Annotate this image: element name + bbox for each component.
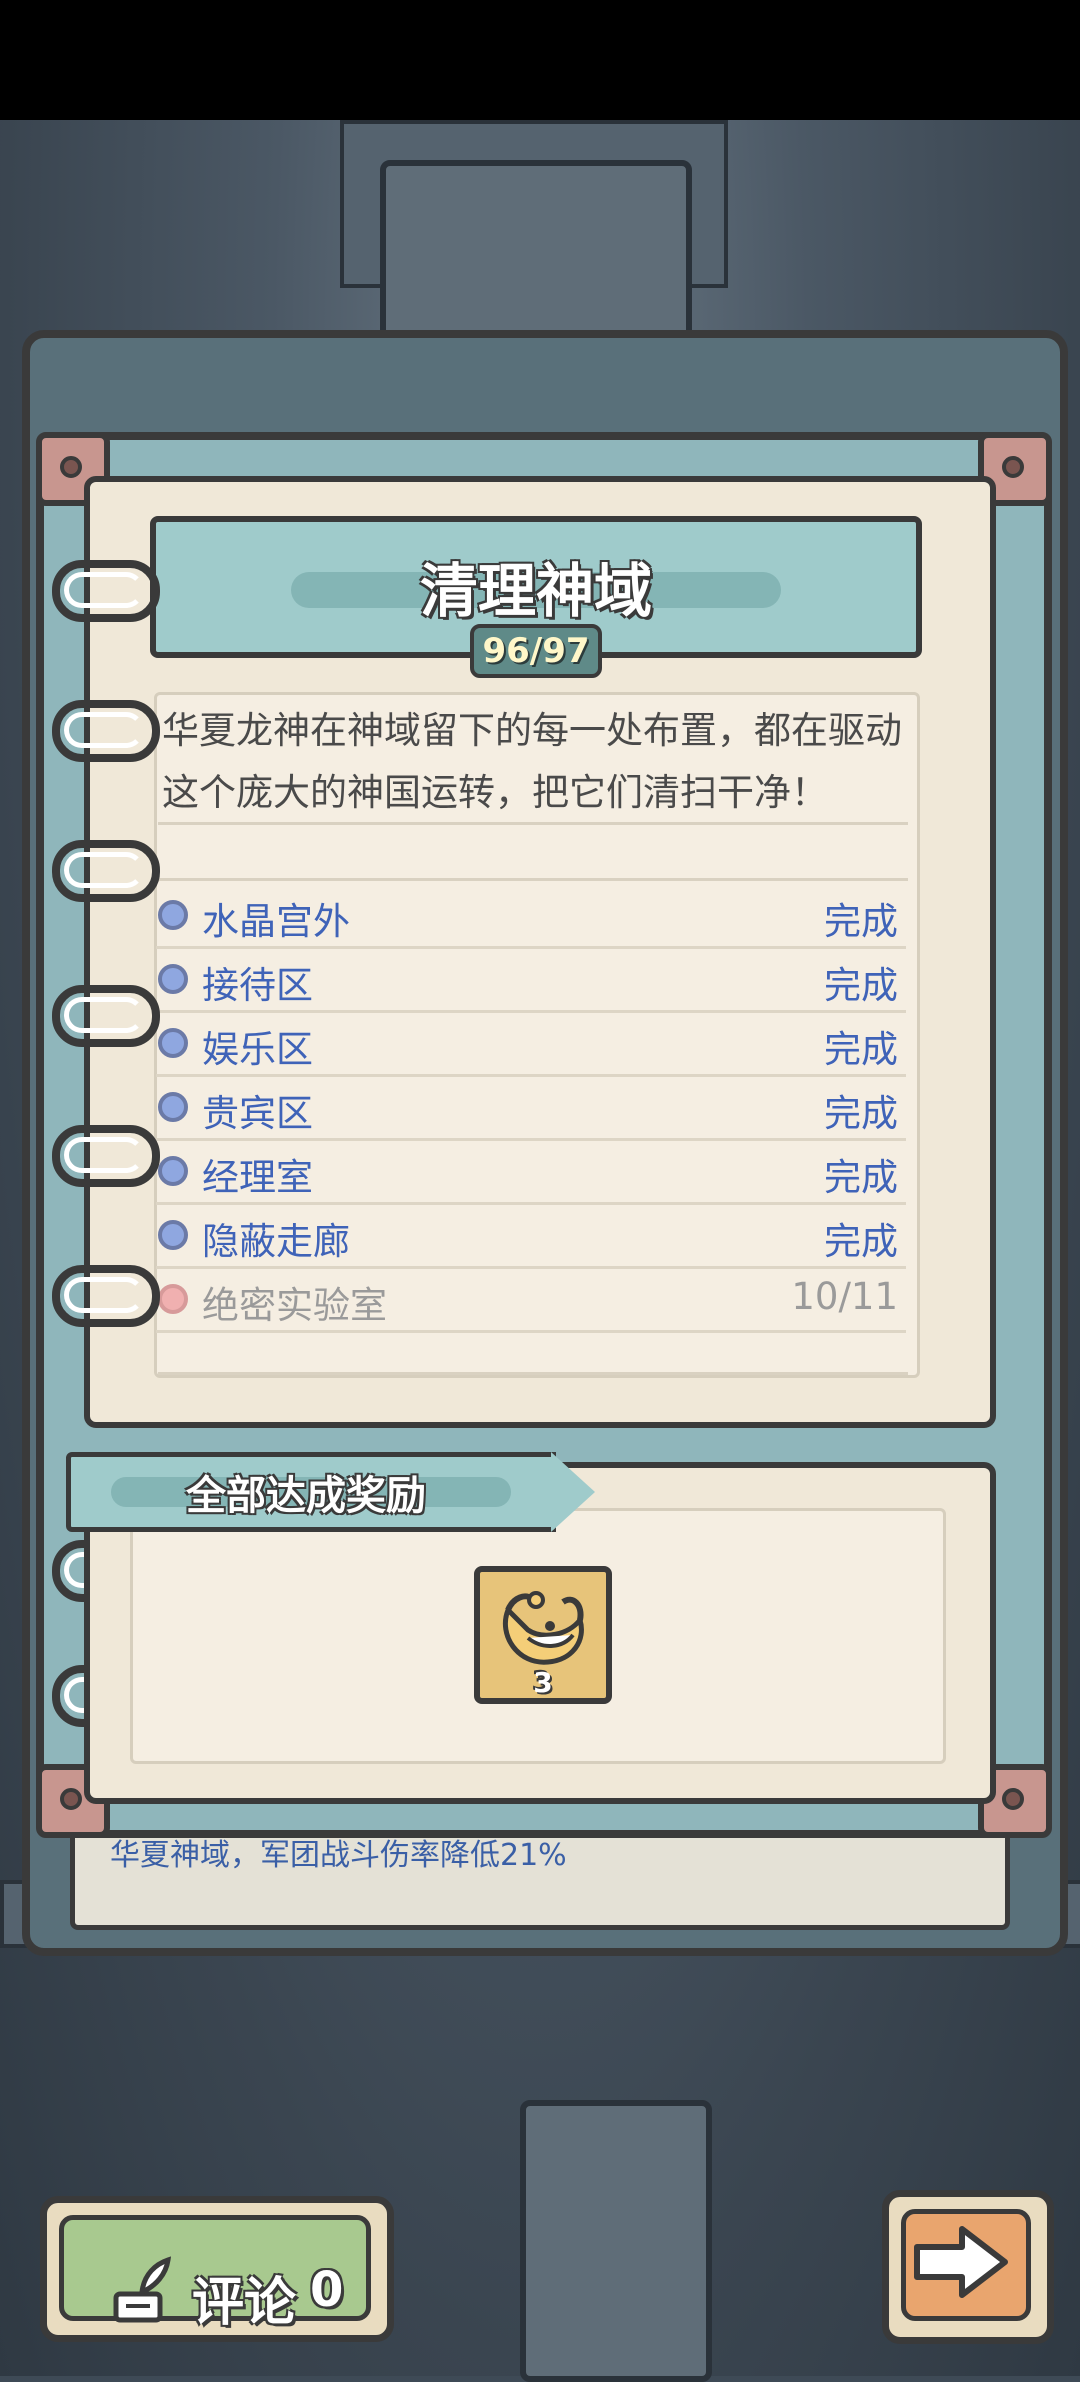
list-item: 贵宾区 完成 bbox=[156, 1077, 906, 1141]
next-button[interactable] bbox=[882, 2190, 1054, 2344]
page-title: 清理神域 bbox=[419, 557, 652, 625]
list-item: 水晶宫外 完成 bbox=[156, 885, 906, 949]
done-dot-icon bbox=[158, 1156, 188, 1186]
list-item: 隐蔽走廊 完成 bbox=[156, 1205, 906, 1269]
area-list: 水晶宫外 完成 接待区 完成 娱乐区 完成 贵宾区 完成 经理室 完成 隐蔽走廊… bbox=[156, 885, 906, 1333]
reward-count: 3 bbox=[533, 1666, 553, 1699]
list-item: 接待区 完成 bbox=[156, 949, 906, 1013]
binder-ring-icon bbox=[52, 700, 160, 762]
horn-trophy-icon bbox=[502, 1591, 584, 1665]
reward-banner: 全部达成奖励 bbox=[66, 1452, 595, 1532]
quest-progress: 96/97 bbox=[470, 624, 602, 678]
done-dot-icon bbox=[158, 1028, 188, 1058]
done-dot-icon bbox=[158, 900, 188, 930]
binder-ring-icon bbox=[52, 560, 160, 622]
comment-count: 0 bbox=[310, 2262, 344, 2318]
reward-item[interactable]: 3 bbox=[474, 1566, 612, 1704]
arrow-right-icon bbox=[914, 2226, 1008, 2298]
quest-description: 华夏龙神在神域留下的每一处布置，都在驱动这个庞大的神国运转，把它们清扫干净！ bbox=[162, 709, 902, 814]
list-item: 娱乐区 完成 bbox=[156, 1013, 906, 1077]
quill-icon bbox=[113, 2256, 172, 2323]
binder-ring-icon bbox=[52, 840, 160, 902]
binder-ring-icon bbox=[52, 985, 160, 1047]
done-dot-icon bbox=[158, 1092, 188, 1122]
status-bar bbox=[0, 0, 1080, 120]
comment-button[interactable]: 评论 0 bbox=[40, 2196, 394, 2342]
done-dot-icon bbox=[158, 964, 188, 994]
pending-dot-icon bbox=[158, 1284, 188, 1314]
binder-ring-icon bbox=[52, 1125, 160, 1187]
reward-label: 全部达成奖励 bbox=[186, 1473, 426, 1519]
list-item: 绝密实验室 10/11 bbox=[156, 1269, 906, 1333]
binder-ring-icon bbox=[52, 1265, 160, 1327]
list-item: 经理室 完成 bbox=[156, 1141, 906, 1205]
comment-label: 评论 bbox=[192, 2273, 297, 2333]
done-dot-icon bbox=[158, 1220, 188, 1250]
